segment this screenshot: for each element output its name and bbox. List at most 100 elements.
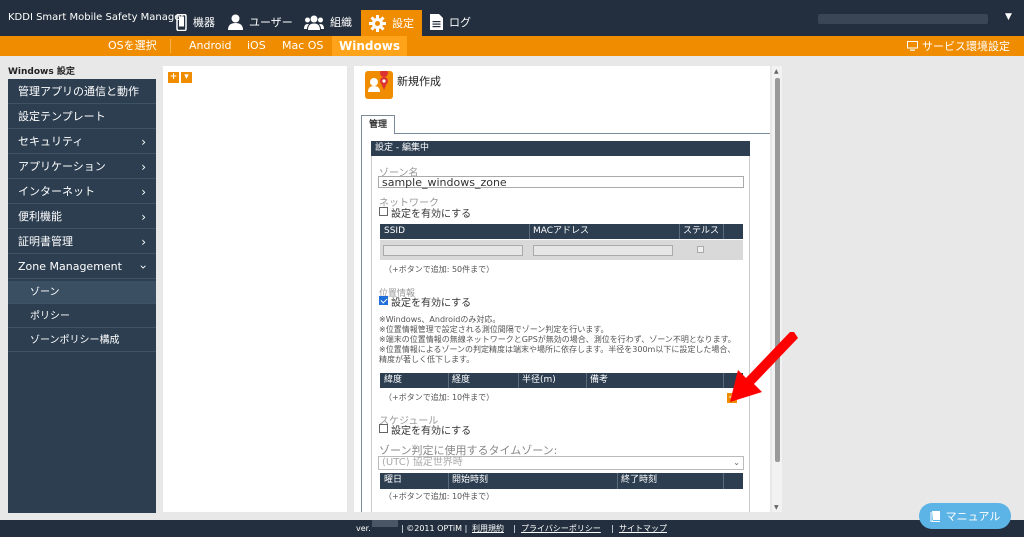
nav-tab-devices[interactable]: 機器 (168, 8, 223, 36)
sidebar-subitem-zone-policy-config[interactable]: ゾーンポリシー構成 (8, 329, 156, 352)
schedule-table-header: 曜日 開始時刻 終了時刻 (380, 473, 743, 489)
monitor-icon (907, 41, 918, 51)
location-note-3: ※端末の位置情報の無線ネットワークとGPSが無効の場合、測位を行わず、ゾーン不明… (379, 335, 736, 344)
location-enable-checkbox[interactable] (379, 296, 388, 305)
service-settings-label: サービス環境設定 (922, 40, 1010, 53)
schedule-enable-label: 設定を有効にする (391, 426, 472, 437)
subnav-divider (170, 39, 171, 53)
chevron-right-icon: › (141, 210, 146, 224)
ssid-input (383, 245, 523, 256)
schedule-hint: （+ボタンで追加: 10件まで） (384, 492, 495, 501)
caret-down-icon[interactable]: ▼ (1005, 12, 1012, 22)
scroll-down-icon[interactable]: ▼ (774, 504, 779, 511)
col-radius: 半径(m) (522, 375, 556, 385)
sidebar-subitem-label: ゾーンポリシー構成 (30, 335, 120, 346)
footer-sitemap-link[interactable]: サイトマップ (619, 520, 667, 537)
mac-input (533, 245, 673, 256)
nav-tab-label: ユーザー (249, 16, 293, 29)
timezone-select[interactable]: (UTC) 協定世界時 ⌄ (378, 456, 744, 470)
sidebar-subitem-label: ポリシー (30, 311, 70, 322)
sidebar-item-zone-management[interactable]: Zone Management › (8, 255, 156, 279)
sidebar-item-internet[interactable]: インターネット › (8, 180, 156, 204)
nav-tab-label: ログ (449, 16, 471, 29)
tree-dropdown-button[interactable]: ▾ (181, 72, 192, 83)
sidebar-item-label: 管理アプリの通信と動作 (18, 85, 139, 98)
tree-add-button[interactable]: + (168, 72, 179, 83)
col-weekday: 曜日 (384, 475, 403, 485)
sidebar: 管理アプリの通信と動作 設定テンプレート セキュリティ › アプリケーション › イ… (8, 79, 156, 513)
scroll-up-icon[interactable]: ▲ (774, 68, 779, 75)
location-note-5: 精度が著しく低下します。 (379, 355, 475, 364)
chevron-right-icon: › (141, 160, 146, 174)
chevron-right-icon: › (141, 135, 146, 149)
subnav-macos[interactable]: Mac OS (282, 36, 323, 56)
sidebar-item-label: Zone Management (18, 260, 122, 273)
location-note-2: ※位置情報管理で設定される測位間隔でゾーン判定を行います。 (379, 325, 609, 334)
sidebar-item-label: 便利機能 (18, 210, 62, 223)
phone-icon (176, 13, 187, 31)
nav-tab-organization[interactable]: 組織 (296, 8, 360, 36)
footer-privacy-link[interactable]: プライバシーポリシー (521, 520, 601, 537)
col-start-time: 開始時刻 (452, 475, 489, 485)
zone-name-input[interactable]: sample_windows_zone (378, 176, 744, 188)
network-hint: （+ボタンで追加: 50件まで） (384, 265, 495, 274)
sidebar-item-certificates[interactable]: 証明書管理 › (8, 230, 156, 254)
network-table-row (380, 240, 743, 260)
user-account-name[interactable] (818, 14, 988, 24)
col-stealth: ステルス (683, 226, 720, 236)
chevron-down-icon: ⌄ (733, 458, 740, 467)
service-settings-link[interactable]: サービス環境設定 (907, 36, 1010, 56)
sidebar-subitem-label: ゾーン (30, 287, 60, 298)
nav-tab-label: 設定 (392, 17, 414, 30)
new-zone-icon (365, 69, 393, 99)
sidebar-item-setting-template[interactable]: 設定テンプレート (8, 105, 156, 129)
col-end-time: 終了時刻 (621, 475, 658, 485)
col-longitude: 経度 (452, 375, 471, 385)
tree-panel: + ▾ (163, 66, 347, 512)
nav-tab-users[interactable]: ユーザー (220, 8, 301, 36)
schedule-enable-checkbox[interactable] (379, 424, 388, 433)
nav-tab-log[interactable]: ログ (422, 8, 479, 36)
page-title: 新規作成 (397, 75, 441, 88)
nav-tab-settings[interactable]: 設定 (361, 10, 422, 36)
chevron-down-icon: › (136, 264, 151, 270)
sidebar-item-applications[interactable]: アプリケーション › (8, 155, 156, 179)
top-navbar: KDDI Smart Mobile Safety Manager 機器 ユーザー… (0, 0, 1024, 36)
col-ssid: SSID (384, 226, 406, 236)
sidebar-item-security[interactable]: セキュリティ › (8, 130, 156, 154)
chevron-right-icon: › (141, 185, 146, 199)
footer-separator: | (513, 524, 516, 533)
sidebar-item-label: セキュリティ (18, 135, 84, 148)
network-enable-checkbox[interactable] (379, 207, 388, 216)
subnav-ios[interactable]: iOS (247, 36, 266, 56)
book-icon (930, 510, 940, 522)
location-hint: （+ボタンで追加: 10件まで） (384, 393, 495, 402)
subnav-android[interactable]: Android (189, 36, 232, 56)
os-subnav: OSを選択 Android iOS Mac OS Windows サービス環境設… (0, 36, 1024, 56)
sidebar-item-label: 設定テンプレート (18, 110, 106, 123)
sidebar-subitem-policy[interactable]: ポリシー (8, 305, 156, 328)
tab-management[interactable]: 管理 (361, 115, 395, 134)
chevron-right-icon: › (141, 235, 146, 249)
location-note-1: ※Windows、Androidのみ対応。 (379, 315, 501, 324)
sidebar-item-label: 証明書管理 (18, 235, 73, 248)
sidebar-item-label: インターネット (18, 185, 95, 198)
network-table-header: SSID MACアドレス ステルス (380, 224, 743, 239)
location-enable-label: 設定を有効にする (391, 298, 472, 309)
subnav-windows[interactable]: Windows (332, 36, 407, 56)
footer-copyright: | ©2011 OPTiM | (401, 524, 468, 533)
nav-tab-label: 組織 (330, 16, 352, 29)
sidebar-item-convenience[interactable]: 便利機能 › (8, 205, 156, 229)
nav-tab-label: 機器 (193, 16, 215, 29)
location-table-header: 緯度 経度 半径(m) 備考 (380, 373, 743, 388)
sidebar-item-app-communication[interactable]: 管理アプリの通信と動作 (8, 80, 156, 104)
footer-terms-link[interactable]: 利用規約 (472, 520, 504, 537)
footer: ver. | ©2011 OPTiM | 利用規約 | プライバシーポリシー |… (0, 520, 1024, 537)
col-remarks: 備考 (590, 375, 609, 385)
stealth-checkbox (697, 246, 704, 253)
version-number (372, 520, 398, 527)
sidebar-title: Windows 設定 (8, 67, 75, 77)
footer-separator: | (611, 524, 614, 533)
manual-button[interactable]: マニュアル (919, 503, 1011, 529)
sidebar-subitem-zone[interactable]: ゾーン (8, 281, 156, 304)
